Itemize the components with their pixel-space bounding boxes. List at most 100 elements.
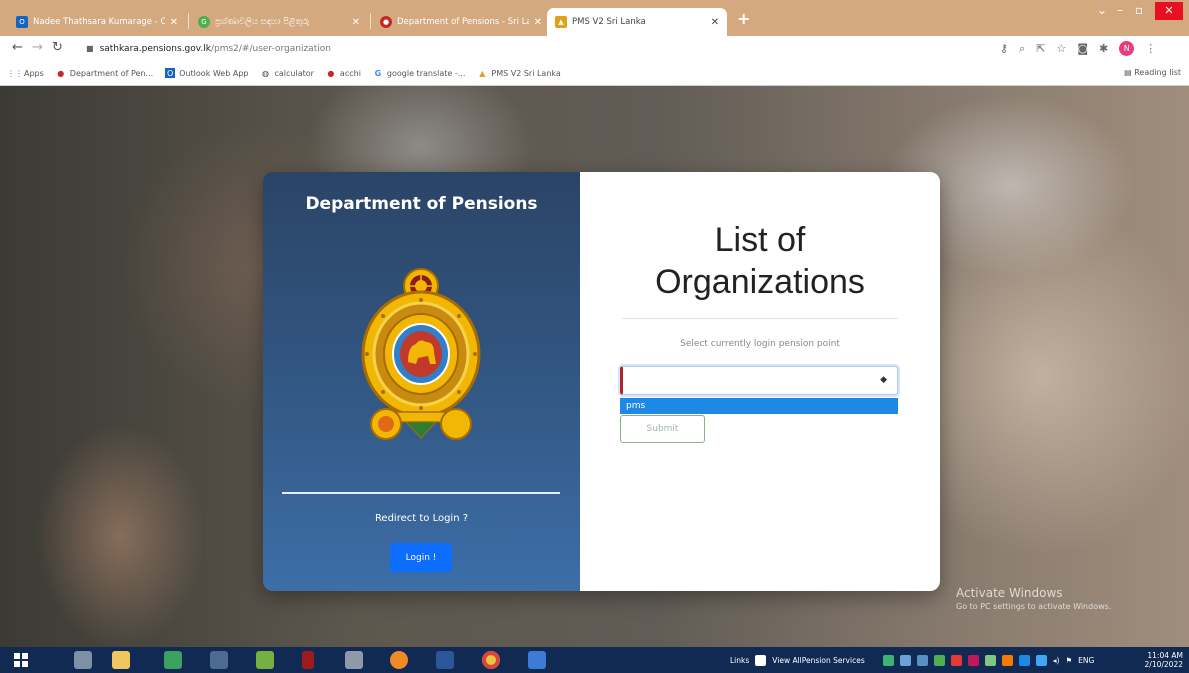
organization-select[interactable]: ◆ bbox=[620, 366, 898, 395]
bookmark-label: google translate -... bbox=[386, 68, 466, 78]
tab-search-icon[interactable]: ⌄ bbox=[1097, 3, 1107, 17]
pensions-icon: ● bbox=[327, 68, 335, 78]
globe-icon: ◍ bbox=[261, 68, 269, 78]
firefox-icon[interactable] bbox=[390, 651, 408, 669]
tray-app-icon[interactable] bbox=[950, 654, 962, 666]
back-icon[interactable]: ← bbox=[12, 40, 23, 56]
share-icon[interactable]: ⇱ bbox=[1036, 42, 1045, 55]
page-title-line1: List of bbox=[714, 221, 806, 259]
card-left-panel: Department of Pensions Redirect to Login… bbox=[263, 172, 580, 591]
menu-icon[interactable]: ⋮ bbox=[1145, 42, 1156, 55]
bookmark-label: PMS V2 Sri Lanka bbox=[491, 68, 561, 78]
tray-app-icon[interactable] bbox=[967, 654, 979, 666]
bookmark-calculator[interactable]: ◍ calculator bbox=[260, 68, 314, 78]
word-icon[interactable] bbox=[436, 651, 454, 669]
tray-app-icon[interactable] bbox=[1018, 654, 1030, 666]
close-icon[interactable]: ✕ bbox=[711, 17, 719, 28]
tray-app-icon[interactable] bbox=[1035, 654, 1047, 666]
tab-department-of-pensions[interactable]: ● Department of Pensions - Sri La ✕ bbox=[372, 8, 550, 36]
app-icon[interactable] bbox=[528, 651, 546, 669]
window-close-button[interactable]: ✕ bbox=[1155, 2, 1183, 20]
key-icon[interactable]: ⚷ bbox=[1000, 42, 1008, 55]
app-icon[interactable] bbox=[256, 651, 274, 669]
tab-title: PMS V2 Sri Lanka bbox=[572, 17, 646, 27]
url-path: /pms2/#/user-organization bbox=[210, 43, 331, 54]
flag-icon[interactable]: ⚑ bbox=[1065, 656, 1072, 665]
bookmark-acchi[interactable]: ● acchi bbox=[326, 68, 361, 78]
toolbar-icons: ⚷ ⌕ ⇱ ☆ ◙ ✱ N ⋮ bbox=[1000, 41, 1156, 56]
tab-title: Department of Pensions - Sri La bbox=[397, 17, 529, 27]
minimize-button[interactable]: – bbox=[1117, 3, 1123, 17]
watermark-subtitle: Go to PC settings to activate Windows. bbox=[956, 602, 1112, 611]
tab-pms-v2[interactable]: ▲ PMS V2 Sri Lanka ✕ bbox=[547, 8, 727, 36]
links-toolbar[interactable]: Links bbox=[730, 656, 749, 665]
clock-time: 11:04 AM bbox=[1147, 651, 1183, 660]
profile-avatar[interactable]: N bbox=[1119, 41, 1135, 56]
star-icon[interactable]: ☆ bbox=[1056, 42, 1066, 55]
lock-icon: ■ bbox=[86, 44, 94, 53]
address-bar[interactable]: ■ sathkara.pensions.gov.lk /pms2/#/user-… bbox=[86, 39, 986, 58]
submit-button[interactable]: Submit bbox=[620, 415, 705, 443]
close-icon[interactable]: ✕ bbox=[352, 17, 360, 28]
pms-icon: ▲ bbox=[555, 16, 567, 28]
app-icon[interactable] bbox=[210, 651, 228, 669]
apps-grid-icon: ⋮⋮ bbox=[7, 68, 23, 78]
bookmark-label: Department of Pen... bbox=[69, 68, 154, 78]
bookmark-department-of-pensions[interactable]: ● Department of Pen... bbox=[56, 68, 153, 78]
tab-questionnaire[interactable]: G ප්‍රශ්ණාවලිය සඳහා පිළිතුරු ✕ bbox=[190, 8, 368, 36]
reading-list-button[interactable]: ▤ Reading list bbox=[1124, 68, 1181, 77]
windows-taskbar: Links View AllPension Services ◂) ⚑ ENG … bbox=[0, 647, 1189, 673]
bookmarks-bar: ⋮⋮ Apps ● Department of Pen... O Outlook… bbox=[0, 61, 1189, 86]
forward-icon[interactable]: → bbox=[32, 40, 43, 56]
tab-title: Nadee Thathsara Kumarage - Ou bbox=[33, 17, 165, 27]
close-icon[interactable]: ✕ bbox=[534, 17, 542, 28]
tab-outlook[interactable]: O Nadee Thathsara Kumarage - Ou ✕ bbox=[8, 8, 186, 36]
tray-app-icon[interactable] bbox=[933, 654, 945, 666]
maximize-button[interactable]: ▫ bbox=[1135, 3, 1143, 17]
sri-lanka-emblem bbox=[361, 268, 481, 440]
pms-icon: ▲ bbox=[479, 68, 486, 78]
app-icon[interactable] bbox=[345, 651, 363, 669]
app-icon[interactable] bbox=[74, 651, 92, 669]
new-tab-button[interactable]: + bbox=[737, 11, 750, 27]
select-label: Select currently login pension point bbox=[680, 339, 840, 349]
tray-app-icon[interactable] bbox=[916, 654, 928, 666]
bookmark-outlook[interactable]: O Outlook Web App bbox=[165, 68, 248, 78]
bookmark-apps[interactable]: ⋮⋮ Apps bbox=[7, 68, 44, 78]
app-icon[interactable] bbox=[302, 651, 314, 669]
extensions-icon[interactable]: ✱ bbox=[1099, 42, 1108, 55]
zoom-icon[interactable]: ⌕ bbox=[1019, 42, 1025, 56]
outlook-icon: O bbox=[165, 68, 176, 78]
camera-icon[interactable]: ◙ bbox=[1077, 42, 1088, 55]
document-icon bbox=[755, 654, 767, 666]
dropdown-option-pms[interactable]: pms bbox=[620, 398, 898, 414]
page-title-line2: Organizations bbox=[655, 263, 865, 301]
pensions-icon: ● bbox=[57, 68, 65, 78]
page-background: Department of Pensions Redirect to Login… bbox=[0, 86, 1189, 647]
reload-icon[interactable]: ↻ bbox=[52, 40, 63, 56]
login-button[interactable]: Login ! bbox=[390, 543, 452, 572]
card-right-panel: List of Organizations Select currently l… bbox=[580, 172, 940, 591]
google-icon: G bbox=[198, 16, 210, 28]
divider bbox=[622, 318, 898, 319]
volume-icon[interactable]: ◂) bbox=[1053, 656, 1060, 665]
watermark-title: Activate Windows bbox=[956, 586, 1063, 600]
pensions-icon: ● bbox=[380, 16, 392, 28]
bookmark-pms-v2[interactable]: ▲ PMS V2 Sri Lanka bbox=[477, 68, 561, 78]
bookmark-google-translate[interactable]: G google translate -... bbox=[373, 68, 466, 78]
tray-app-icon[interactable] bbox=[882, 654, 894, 666]
view-services-link[interactable]: View AllPension Services bbox=[772, 656, 864, 665]
organization-card: Department of Pensions Redirect to Login… bbox=[263, 172, 940, 591]
file-explorer-icon[interactable] bbox=[112, 651, 130, 669]
tray-app-icon[interactable] bbox=[899, 654, 911, 666]
language-indicator[interactable]: ENG bbox=[1078, 656, 1094, 665]
taskbar-clock[interactable]: 11:04 AM 2/10/2022 bbox=[1145, 651, 1183, 669]
app-icon[interactable] bbox=[164, 651, 182, 669]
outlook-icon: O bbox=[16, 16, 28, 28]
close-icon[interactable]: ✕ bbox=[170, 17, 178, 28]
tray-app-icon[interactable] bbox=[1001, 654, 1013, 666]
chrome-icon[interactable] bbox=[482, 651, 500, 669]
tray-app-icon[interactable] bbox=[984, 654, 996, 666]
windows-start-icon[interactable] bbox=[14, 653, 28, 667]
bookmark-label: calculator bbox=[274, 68, 314, 78]
